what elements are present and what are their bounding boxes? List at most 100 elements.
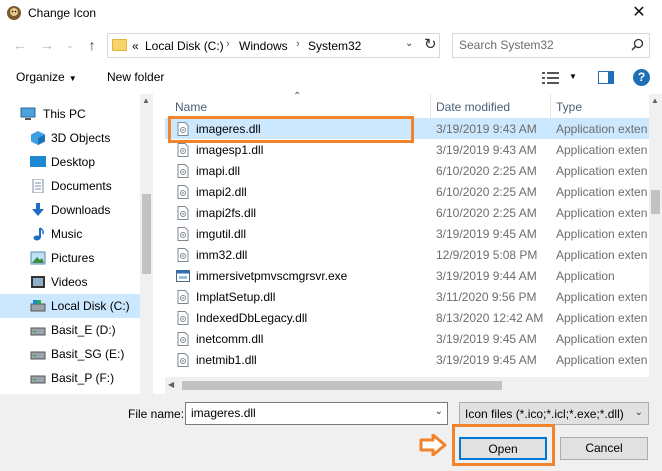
close-icon[interactable]: ✕ xyxy=(624,2,654,24)
file-name-input[interactable] xyxy=(191,406,421,420)
file-type: Application exten xyxy=(556,143,648,157)
file-type: Application exten xyxy=(556,290,648,304)
file-name: imm32.dll xyxy=(196,248,248,262)
scroll-up-icon[interactable]: ▲ xyxy=(651,96,659,105)
address-bar[interactable]: « Local Disk (C:) › Windows › System32 ⌄… xyxy=(107,33,440,58)
navigation-scrollbar[interactable]: ▲ xyxy=(140,94,153,394)
file-type-select[interactable]: Icon files (*.ico;*.icl;*.exe;*.dll) ⌄ xyxy=(459,402,649,425)
dll-file-icon xyxy=(177,227,189,241)
dll-file-icon xyxy=(177,290,189,304)
dll-file-icon xyxy=(177,185,189,199)
search-input[interactable] xyxy=(459,38,624,52)
address-row: ← → ⌄ ↑ « Local Disk (C:) › Windows › Sy… xyxy=(0,30,662,62)
breadcrumb-overflow[interactable]: « xyxy=(132,39,139,53)
cancel-button[interactable]: Cancel xyxy=(560,437,648,460)
nav-label: Basit_P (F:) xyxy=(51,371,115,385)
nav-item-desktop[interactable]: Desktop xyxy=(0,150,140,174)
file-row[interactable]: imgutil.dll 3/19/2019 9:45 AM Application … xyxy=(165,223,649,244)
scroll-left-icon[interactable]: ◀ xyxy=(168,380,174,389)
breadcrumb-system32[interactable]: System32 xyxy=(308,39,361,53)
nav-item-downloads[interactable]: Downloads xyxy=(0,198,140,222)
nav-item-local-disk-c[interactable]: Local Disk (C:) xyxy=(0,294,140,318)
breadcrumb-windows[interactable]: Windows xyxy=(239,39,288,53)
horizontal-scrollbar[interactable]: ◀ xyxy=(165,377,649,394)
sort-ascending-icon: ⌃ xyxy=(293,91,302,102)
chevron-down-icon[interactable]: ⌄ xyxy=(405,38,413,49)
file-row[interactable]: imapi2fs.dll 6/10/2020 2:25 AM Application… xyxy=(165,202,649,223)
file-row[interactable]: imapi.dll 6/10/2020 2:25 AM Application ex… xyxy=(165,160,649,181)
column-divider[interactable] xyxy=(550,94,551,118)
breadcrumb-local-disk[interactable]: Local Disk (C:) xyxy=(145,39,224,53)
file-name-combobox[interactable]: ⌄ xyxy=(185,402,448,425)
file-date: 3/19/2019 9:45 AM xyxy=(436,353,537,367)
refresh-icon[interactable]: ↻ xyxy=(424,35,437,53)
view-options-icon[interactable] xyxy=(542,71,560,85)
file-row[interactable]: imagesp1.dll 3/19/2019 9:43 AM Application… xyxy=(165,139,649,160)
file-row[interactable]: inetcomm.dll 3/19/2019 9:45 AM Application… xyxy=(165,328,649,349)
file-row[interactable]: imageres.dll 3/19/2019 9:43 AM Application… xyxy=(165,118,649,139)
nav-label: Downloads xyxy=(51,203,111,217)
scrollbar-thumb[interactable] xyxy=(142,194,151,274)
nav-item-basit-p[interactable]: Basit_P (F:) xyxy=(0,366,140,390)
nav-item-videos[interactable]: Videos xyxy=(0,270,140,294)
dll-file-icon xyxy=(177,248,189,262)
file-name: imapi.dll xyxy=(196,164,241,178)
scrollbar-thumb[interactable] xyxy=(651,190,660,214)
nav-label: Basit_SG (E:) xyxy=(51,347,125,361)
exe-file-icon xyxy=(176,270,190,282)
help-icon[interactable]: ? xyxy=(633,69,650,86)
file-row[interactable]: ImplatSetup.dll 3/11/2020 9:56 PM Applicat… xyxy=(165,286,649,307)
new-folder-button[interactable]: New folder xyxy=(107,70,164,84)
file-date: 8/13/2020 12:42 AM xyxy=(436,311,544,325)
file-type: Application exten xyxy=(556,227,648,241)
nav-label: Local Disk (C:) xyxy=(51,299,130,313)
forward-arrow-icon[interactable]: → xyxy=(37,35,57,55)
dll-file-icon xyxy=(177,311,189,325)
scrollbar-thumb[interactable] xyxy=(182,381,502,390)
nav-label: Music xyxy=(51,227,83,241)
organize-button[interactable]: Organize ▼ xyxy=(16,70,77,84)
file-row[interactable]: inetmib1.dll 3/19/2019 9:45 AM Application… xyxy=(165,349,649,370)
file-type: Application exten xyxy=(556,206,648,220)
column-header-date[interactable]: Date modified xyxy=(436,100,510,114)
file-date: 3/19/2019 9:45 AM xyxy=(436,332,537,346)
up-arrow-icon[interactable]: ↑ xyxy=(82,35,102,55)
chevron-right-icon[interactable]: › xyxy=(296,38,300,50)
file-date: 6/10/2020 2:25 AM xyxy=(436,164,537,178)
scroll-up-icon[interactable]: ▲ xyxy=(142,96,150,105)
file-row[interactable]: imm32.dll 12/9/2019 5:08 PM Application ex… xyxy=(165,244,649,265)
open-button[interactable]: Open xyxy=(459,437,547,460)
vertical-scrollbar[interactable]: ▲ xyxy=(649,94,662,394)
window-title: Change Icon xyxy=(28,6,97,20)
file-type: Application exten xyxy=(556,353,648,367)
file-date: 3/19/2019 9:45 AM xyxy=(436,227,537,241)
preview-pane-icon[interactable] xyxy=(598,71,614,84)
caret-down-icon[interactable]: ▼ xyxy=(569,72,577,81)
column-header-name[interactable]: Name xyxy=(175,100,207,114)
nav-item-3d-objects[interactable]: 3D Objects xyxy=(0,126,140,150)
recent-locations-chevron-icon[interactable]: ⌄ xyxy=(60,35,80,55)
column-header-type[interactable]: Type xyxy=(556,100,582,114)
file-type-value: Icon files (*.ico;*.icl;*.exe;*.dll) xyxy=(465,407,624,421)
videos-icon xyxy=(31,276,45,288)
chevron-right-icon[interactable]: › xyxy=(226,38,230,50)
navigation-pane: This PC 3D Objects Desktop Documents Dow… xyxy=(0,94,153,394)
nav-item-music[interactable]: Music xyxy=(0,222,140,246)
nav-item-this-pc[interactable]: This PC xyxy=(0,102,140,126)
chevron-down-icon[interactable]: ⌄ xyxy=(435,406,443,417)
file-row[interactable]: imapi2.dll 6/10/2020 2:25 AM Application e… xyxy=(165,181,649,202)
nav-item-pictures[interactable]: Pictures xyxy=(0,246,140,270)
nav-item-documents[interactable]: Documents xyxy=(0,174,140,198)
search-box[interactable] xyxy=(452,33,650,58)
file-row[interactable]: immersivetpmvscmgrsvr.exe 3/19/2019 9:44 … xyxy=(165,265,649,286)
file-date: 6/10/2020 2:25 AM xyxy=(436,185,537,199)
back-arrow-icon[interactable]: ← xyxy=(10,35,30,55)
file-row[interactable]: IndexedDbLegacy.dll 8/13/2020 12:42 AM App… xyxy=(165,307,649,328)
dll-file-icon xyxy=(177,353,189,367)
file-type: Application exten xyxy=(556,185,648,199)
cube-icon xyxy=(31,131,45,145)
dll-file-icon xyxy=(177,332,189,346)
nav-item-basit-e[interactable]: Basit_E (D:) xyxy=(0,318,140,342)
column-divider[interactable] xyxy=(430,94,431,118)
nav-item-basit-sg[interactable]: Basit_SG (E:) xyxy=(0,342,140,366)
